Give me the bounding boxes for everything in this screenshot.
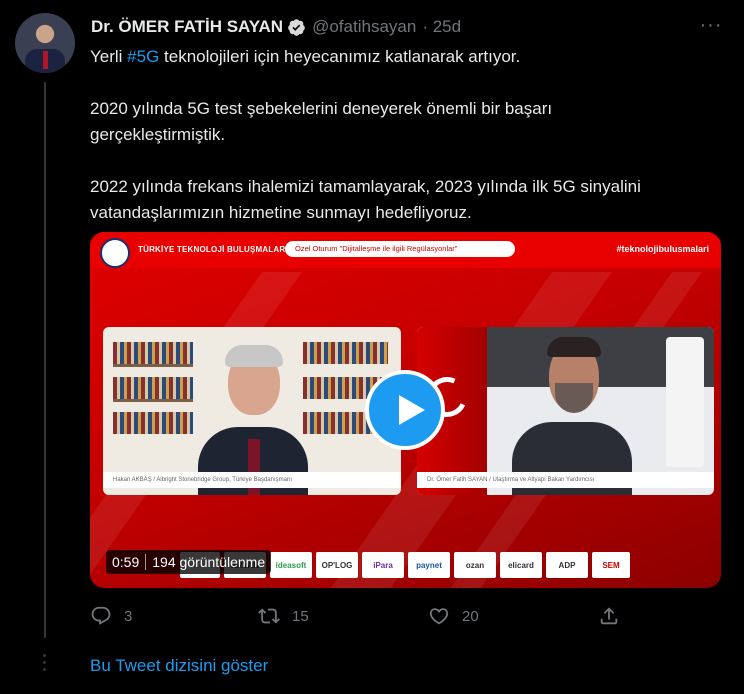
caption-right: Dr. Ömer Fatih SAYAN / Ulaştırma ve Alty… [417,472,714,488]
play-button-icon[interactable] [365,370,445,450]
share-icon [600,607,618,625]
more-options-icon[interactable]: ··· [698,15,724,39]
video-duration: 0:59 [112,554,140,570]
emblem-image [666,337,704,467]
like-button[interactable]: 20 [428,605,479,627]
thread-dots [43,654,47,675]
tweet-paragraph-3: 2022 yılında frekans ihalemizi tamamlaya… [90,177,641,222]
thread-connector-line [44,82,46,638]
retweet-button[interactable]: 15 [258,605,309,627]
reply-button[interactable]: 3 [90,605,132,627]
event-hashtag: #teknolojibulusmalari [616,244,709,254]
author-name[interactable]: Dr. ÖMER FATİH SAYAN [91,17,283,37]
reply-count: 3 [124,607,133,625]
tweet-actions: 3 15 20 [90,605,730,633]
video-info-badge: 0:59 194 görüntülenme [106,550,272,574]
like-count: 20 [462,607,479,625]
author-handle[interactable]: @ofatihsayan [312,17,416,37]
verified-badge-icon [288,18,305,36]
speaker-right-frame [417,327,714,495]
share-button[interactable] [598,605,632,627]
reply-icon [91,606,111,625]
heart-icon [429,608,449,625]
event-logo [100,238,130,268]
speaker-left-frame [103,327,401,495]
tweet-text: Yerli #5G teknolojileri için heyecanımız… [90,44,730,226]
tweet-line-1: Yerli #5G teknolojileri için heyecanımız… [90,47,521,66]
retweet-count: 15 [292,607,309,625]
tweet-paragraph-2: 2020 yılında 5G test şebekelerini deneye… [90,99,553,144]
tweet-timestamp[interactable]: · 25d [422,17,461,37]
retweet-icon [258,608,280,624]
video-views: 194 görüntülenme [152,554,266,570]
caption-left: Hakan AKBAŞ / Albright Stonebridge Group… [103,472,401,488]
hashtag-link[interactable]: #5G [127,47,159,66]
video-banner: TÜRKİYE TEKNOLOJİ BULUŞMALARI Özel Oturu… [90,232,721,268]
video-player[interactable]: TÜRKİYE TEKNOLOJİ BULUŞMALARI Özel Oturu… [90,232,721,588]
banner-title: TÜRKİYE TEKNOLOJİ BULUŞMALARI [138,245,288,254]
tweet-header: Dr. ÖMER FATİH SAYAN @ofatihsayan · 25d [91,16,461,38]
author-avatar[interactable] [15,13,75,73]
session-title: Özel Oturum "Dijitalleşme ile ilgili Reg… [285,241,515,257]
show-thread-link[interactable]: Bu Tweet dizisini göster [90,656,268,676]
